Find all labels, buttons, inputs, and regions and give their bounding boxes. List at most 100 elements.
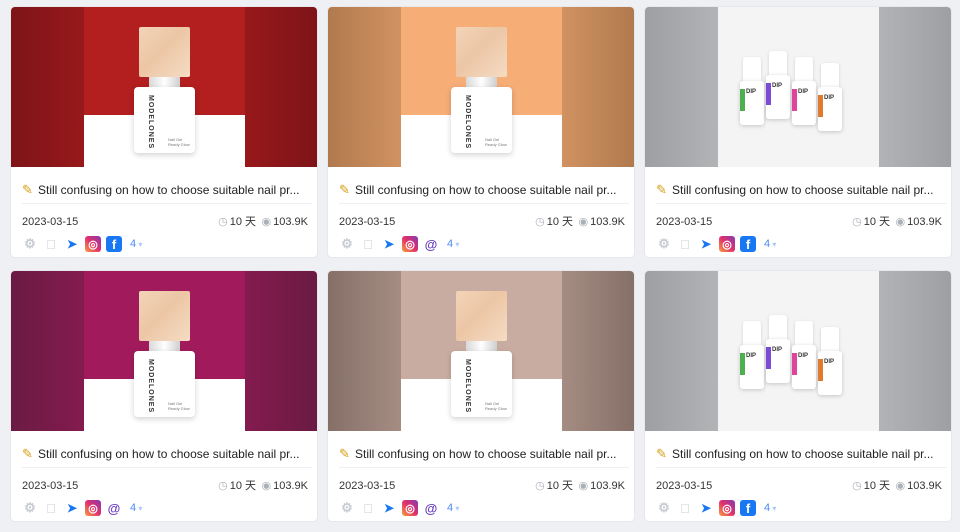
post-title[interactable]: ✎ Still confusing on how to choose suitab…: [339, 177, 629, 204]
apple-icon: : [677, 500, 693, 516]
platform-list: ⚙  ➤ ◎ f 4 ▾: [656, 499, 776, 517]
post-meta: 2023-03-15 ◷ 10 天 ◉ 103.9K: [339, 477, 625, 495]
post-duration: ◷ 10 天: [535, 213, 573, 231]
android-icon: ⚙: [24, 236, 36, 251]
instagram-icon: ◎: [402, 236, 418, 252]
clock-icon: ◷: [218, 216, 228, 228]
pen-icon: ✎: [656, 182, 667, 197]
post-date: 2023-03-15: [656, 480, 713, 492]
duration-text: 10 天: [863, 480, 890, 492]
chevron-down-icon: ▾: [453, 240, 460, 249]
post-date: 2023-03-15: [22, 216, 79, 228]
post-meta: 2023-03-15 ◷ 10 天 ◉ 103.9K: [339, 213, 625, 231]
instagram-icon: ◎: [85, 236, 101, 252]
facebook-icon: f: [106, 236, 122, 252]
android-icon: ⚙: [341, 236, 353, 251]
post-date: 2023-03-15: [656, 216, 713, 228]
threads-icon: @: [424, 236, 438, 252]
bottle-brand: MODELONES: [464, 95, 471, 150]
thumbnail[interactable]: MODELONES Nail Gel Ready Glow: [328, 7, 634, 167]
dip-bottle: DIP: [792, 57, 816, 125]
post-title[interactable]: ✎ Still confusing on how to choose suitab…: [656, 441, 946, 468]
chevron-down-icon: ▾: [770, 240, 777, 249]
dip-label: DIP: [798, 89, 809, 95]
bottle-brand: MODELONES: [147, 359, 154, 414]
post-card[interactable]: MODELONES Nail Gel Ready Glow ✎ Still conf…: [328, 271, 634, 521]
android-icon: ⚙: [341, 500, 353, 515]
eye-icon: ◉: [895, 216, 906, 228]
chevron-down-icon: ▾: [770, 504, 777, 513]
dip-bottle: DIP: [766, 315, 790, 383]
post-card[interactable]: DIP DIP DIP DIP ✎ Still confusing on how …: [645, 271, 951, 521]
post-title[interactable]: ✎ Still confusing on how to choose suitab…: [339, 441, 629, 468]
bottle-line2: Ready Glow: [485, 142, 507, 147]
platform-list: ⚙  ➤ ◎ f 4 ▾: [656, 235, 776, 253]
dip-bottle: DIP: [818, 63, 842, 131]
dip-bottle: DIP: [792, 321, 816, 389]
clock-icon: ◷: [852, 216, 862, 228]
dip-label: DIP: [824, 95, 835, 101]
duration-text: 10 天: [229, 480, 256, 492]
bottle-line2: Ready Glow: [168, 406, 190, 411]
pen-icon: ✎: [22, 182, 33, 197]
eye-icon: ◉: [261, 480, 272, 492]
post-title[interactable]: ✎ Still confusing on how to choose suitab…: [22, 177, 312, 204]
instagram-icon: ◎: [402, 500, 418, 516]
platform-list: ⚙  ➤ ◎ f 4 ▾: [22, 235, 142, 253]
bottle-line2: Ready Glow: [168, 142, 190, 147]
thumbnail[interactable]: DIP DIP DIP DIP: [645, 271, 951, 431]
post-duration: ◷ 10 天: [535, 477, 573, 495]
more-platforms-button[interactable]: 4 ▾: [447, 502, 459, 514]
clock-icon: ◷: [852, 480, 862, 492]
product-image: DIP DIP DIP DIP: [718, 7, 879, 167]
product-image: MODELONES Nail Gel Ready Glow: [401, 271, 562, 431]
apple-icon: : [677, 236, 693, 252]
pen-icon: ✎: [656, 446, 667, 461]
thumbnail[interactable]: MODELONES Nail Gel Ready Glow: [328, 271, 634, 431]
post-duration: ◷ 10 天: [218, 477, 256, 495]
post-card[interactable]: MODELONES Nail Gel Ready Glow ✎ Still conf…: [11, 7, 317, 257]
post-title-text: Still confusing on how to choose suitabl…: [38, 447, 300, 461]
thumbnail[interactable]: MODELONES Nail Gel Ready Glow: [11, 7, 317, 167]
product-image: MODELONES Nail Gel Ready Glow: [401, 7, 562, 167]
bottle-brand: MODELONES: [464, 359, 471, 414]
bottle-body: MODELONES Nail Gel Ready Glow: [451, 87, 512, 153]
bottle-brand: MODELONES: [147, 95, 154, 150]
more-platforms-button[interactable]: 4 ▾: [764, 238, 776, 250]
post-meta: 2023-03-15 ◷ 10 天 ◉ 103.9K: [656, 213, 942, 231]
post-title[interactable]: ✎ Still confusing on how to choose suitab…: [22, 441, 312, 468]
post-duration: ◷ 10 天: [218, 213, 256, 231]
views-text: 103.9K: [273, 216, 308, 228]
thumbnail[interactable]: MODELONES Nail Gel Ready Glow: [11, 271, 317, 431]
instagram-icon: ◎: [85, 500, 101, 516]
instagram-icon: ◎: [719, 236, 735, 252]
thumbnail[interactable]: DIP DIP DIP DIP: [645, 7, 951, 167]
more-platforms-button[interactable]: 4 ▾: [447, 238, 459, 250]
more-platforms-button[interactable]: 4 ▾: [764, 502, 776, 514]
post-card[interactable]: MODELONES Nail Gel Ready Glow ✎ Still conf…: [11, 271, 317, 521]
post-views: ◉ 103.9K: [579, 213, 625, 231]
eye-icon: ◉: [895, 480, 906, 492]
post-card[interactable]: DIP DIP DIP DIP ✎ Still confusing on how …: [645, 7, 951, 257]
product-image: MODELONES Nail Gel Ready Glow: [84, 7, 245, 167]
dip-label: DIP: [772, 347, 783, 353]
clock-icon: ◷: [535, 480, 545, 492]
post-title-text: Still confusing on how to choose suitabl…: [355, 183, 617, 197]
post-date: 2023-03-15: [339, 480, 396, 492]
android-icon: ⚙: [24, 500, 36, 515]
post-duration: ◷ 10 天: [852, 213, 890, 231]
messenger-icon: ➤: [700, 501, 712, 515]
dip-label: DIP: [798, 353, 809, 359]
bottle-cap: [456, 291, 507, 341]
post-card[interactable]: MODELONES Nail Gel Ready Glow ✎ Still conf…: [328, 7, 634, 257]
bottle-cap: [139, 291, 190, 341]
post-title[interactable]: ✎ Still confusing on how to choose suitab…: [656, 177, 946, 204]
android-icon: ⚙: [658, 500, 670, 515]
threads-icon: @: [424, 500, 438, 516]
post-title-text: Still confusing on how to choose suitabl…: [672, 447, 934, 461]
post-meta: 2023-03-15 ◷ 10 天 ◉ 103.9K: [656, 477, 942, 495]
post-views: ◉ 103.9K: [262, 477, 308, 495]
more-platforms-button[interactable]: 4 ▾: [130, 502, 142, 514]
more-platforms-button[interactable]: 4 ▾: [130, 238, 142, 250]
messenger-icon: ➤: [66, 237, 78, 251]
